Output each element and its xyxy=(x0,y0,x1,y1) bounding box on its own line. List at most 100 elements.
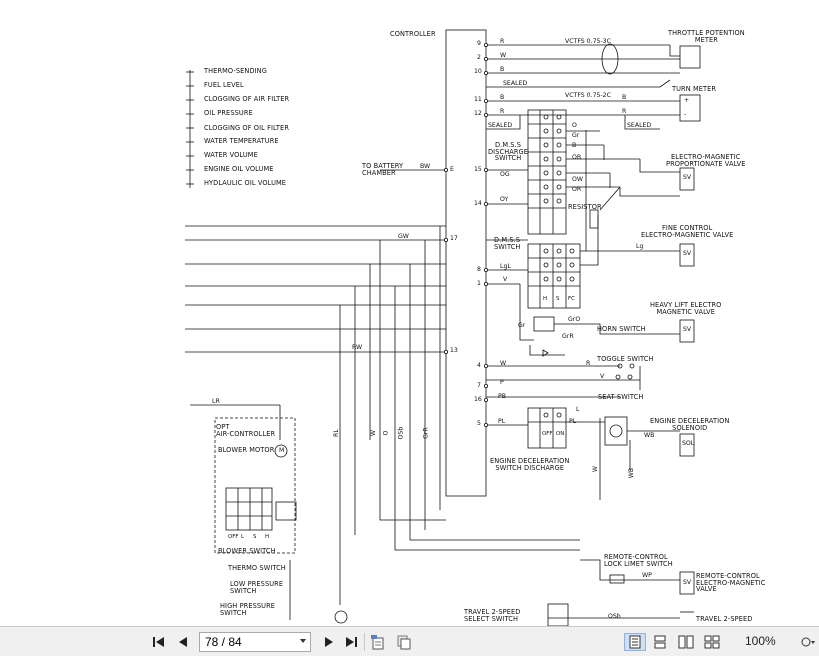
continuous-facing-view-button[interactable] xyxy=(702,633,722,651)
sensor-engine-oil: ENGINE OIL VOLUME xyxy=(204,165,274,173)
sensor-hydraulic-oil: HYDLAULIC OIL VOLUME xyxy=(204,179,287,187)
pin-4: 4 xyxy=(477,362,481,369)
switch-col-h: H xyxy=(543,296,548,302)
sv-label-1: SV xyxy=(683,174,692,181)
sealed-label-2: SEALED xyxy=(488,122,513,129)
wire-w-4: W xyxy=(591,466,599,473)
wire-r-2: R xyxy=(500,108,505,115)
wire-gr-1: Gr xyxy=(572,132,580,139)
high-pressure-label: HIGH PRESSURE SWITCH xyxy=(220,602,276,617)
first-page-button[interactable] xyxy=(150,633,168,651)
pin-11: 11 xyxy=(474,96,482,103)
wire-b-3: B xyxy=(622,94,627,101)
toolbar-divider xyxy=(364,633,365,651)
pin-2: 2 xyxy=(477,54,481,61)
wire-bw: BW xyxy=(420,163,431,170)
switch-col-s: S xyxy=(556,296,560,302)
prev-page-icon xyxy=(179,637,187,647)
zoom-dropdown-icon xyxy=(801,637,815,647)
bus-lines xyxy=(185,169,580,605)
prev-page-button[interactable] xyxy=(174,633,192,651)
sensor-stack xyxy=(186,70,194,188)
wire-rl: RL xyxy=(332,429,340,437)
wire-or: OR xyxy=(572,186,582,193)
continuous-facing-icon xyxy=(704,635,720,649)
next-page-button[interactable] xyxy=(320,633,338,651)
page-number-field[interactable]: 78 / 84 xyxy=(199,632,311,652)
sv-label-4: SV xyxy=(683,579,692,586)
wire-r-4: R xyxy=(586,360,591,367)
wire-p: P xyxy=(500,379,504,386)
single-page-icon xyxy=(629,635,641,649)
zoom-menu-button[interactable] xyxy=(800,633,816,651)
wire-v-1: V xyxy=(503,276,508,283)
zoom-level[interactable]: 100% xyxy=(745,634,776,648)
page-rotate-icon xyxy=(371,635,384,650)
wire-pl-1: PL xyxy=(498,418,506,425)
throttle-label: THROTTLE POTENTION METER xyxy=(668,29,745,44)
copy-button[interactable] xyxy=(394,633,414,651)
sensor-oil-filter: CLOGGING OF OIL FILTER xyxy=(204,124,289,132)
remote-em-label: REMOTE-CONTROL ELECTRO-MAGNETIC VALVE xyxy=(696,572,766,594)
wire-b-2: B xyxy=(500,94,505,101)
first-page-icon xyxy=(153,637,164,647)
turn-meter-plus: + xyxy=(684,97,690,104)
motor-m-label: M xyxy=(279,447,285,454)
blower-switch-label: BLOWER SWITCH xyxy=(218,547,276,555)
toggle-switch-label: TOGGLE SWITCH xyxy=(597,355,654,363)
wire-pb: PB xyxy=(498,393,506,400)
wire-grr-2: GrR xyxy=(422,427,430,439)
wire-wb-2: WB xyxy=(628,467,636,479)
wire-r-3: R xyxy=(622,108,627,115)
pin-7: 7 xyxy=(477,382,481,389)
single-page-view-button[interactable] xyxy=(624,633,646,651)
low-pressure-label: LOW PRESSURE SWITCH xyxy=(230,580,284,595)
blower-col-off: OFF xyxy=(228,534,239,540)
document-page: CONTROLLER THROTTLE POTENTION METER TURN… xyxy=(0,0,819,626)
wire-b-1: B xyxy=(500,66,505,73)
chevron-down-icon xyxy=(300,639,306,643)
wire-l: L xyxy=(576,406,580,413)
heavy-lift-label: HEAVY LIFT ELECTRO MAGNETIC VALVE xyxy=(650,301,722,316)
turn-meter-wires xyxy=(486,94,701,130)
sensor-thermo: THERMO-SENDING xyxy=(204,67,267,75)
page-number-value: 78 / 84 xyxy=(205,635,242,649)
wire-w-3: W xyxy=(369,430,377,437)
turn-meter-label: TURN METER xyxy=(672,85,717,93)
pin-14: 14 xyxy=(474,200,482,207)
viewer-toolbar: 78 / 84 100% xyxy=(0,626,819,656)
blower-col-s: S xyxy=(253,534,257,540)
battery-label: TO BATTERY CHAMBER xyxy=(362,162,404,177)
sensor-fuel: FUEL LEVEL xyxy=(204,81,244,89)
wire-gw: GW xyxy=(398,233,409,240)
sv-label-3: SV xyxy=(683,326,692,333)
dmss-switch-label: D.M.S.S SWITCH xyxy=(494,236,521,251)
pin-10: 10 xyxy=(474,68,482,75)
wire-o-2: O xyxy=(382,430,390,436)
facing-pages-icon xyxy=(678,635,694,649)
pin-5: 5 xyxy=(477,420,481,427)
continuous-view-button[interactable] xyxy=(650,633,670,651)
wire-gro: GrO xyxy=(568,316,581,323)
wire-r-1: R xyxy=(500,38,505,45)
wire-wb-1: WB xyxy=(644,432,655,439)
facing-view-button[interactable] xyxy=(676,633,696,651)
resistor-label: RESISTOR xyxy=(568,203,602,211)
wire-wp: WP xyxy=(642,572,652,579)
last-page-button[interactable] xyxy=(342,633,360,651)
pin-1: 1 xyxy=(477,280,481,287)
pin-13: 13 xyxy=(450,347,458,354)
rotate-button[interactable] xyxy=(368,633,388,651)
wire-osb-2: OSb xyxy=(608,613,621,620)
engine-decel-switch-label: ENGINE DECELERATION SWITCH DISCHARGE xyxy=(490,457,570,472)
sensor-water-temp: WATER TEMPERATURE xyxy=(204,137,279,145)
wire-w-1: W xyxy=(500,52,507,59)
pin-15: 15 xyxy=(474,166,482,173)
pin-8: 8 xyxy=(477,266,481,273)
last-page-icon xyxy=(346,637,357,647)
horn-switch-label: HORN SWITCH xyxy=(597,325,646,333)
cable-label-2: VCTFS 0.75-2C xyxy=(565,92,611,99)
remote-lock-label: REMOTE-CONTROL LOCK LIMET SWITCH xyxy=(604,553,673,568)
sensor-oil-pressure: OIL PRESSURE xyxy=(204,109,253,117)
wire-e: E xyxy=(450,166,454,173)
